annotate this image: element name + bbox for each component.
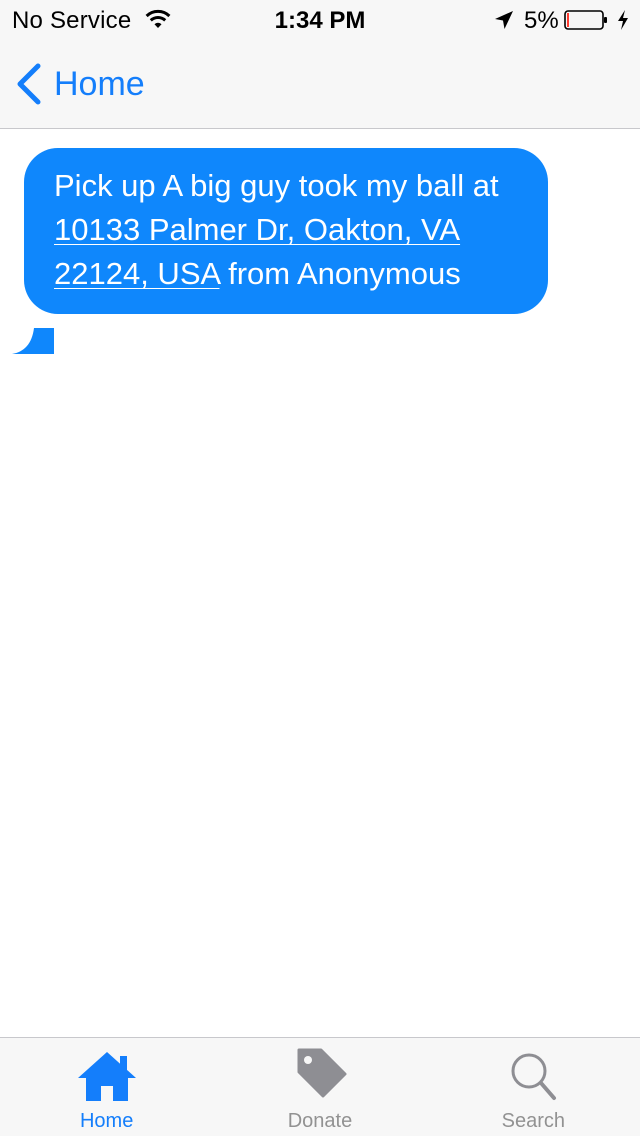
location-arrow-icon (495, 11, 513, 29)
tab-bar: Home Donate Search (0, 1037, 640, 1136)
battery-icon (564, 10, 607, 30)
status-bar: No Service 1:34 PM 5% (0, 0, 640, 40)
tab-search[interactable]: Search (427, 1038, 640, 1136)
message-text-start: Pick up A big guy took my ball at (54, 168, 499, 203)
message-text-end: from Anonymous (219, 256, 461, 291)
navigation-bar: Home (0, 40, 640, 129)
message-bubble-container: Pick up A big guy took my ball at 10133 … (10, 148, 548, 358)
screen: No Service 1:34 PM 5% Home Pick up A big… (0, 0, 640, 1136)
tab-donate-label: Donate (287, 1110, 353, 1132)
tab-home[interactable]: Home (0, 1038, 213, 1136)
battery-percentage: 5% (524, 7, 559, 34)
home-icon (77, 1052, 136, 1101)
back-button[interactable]: Home (14, 62, 145, 106)
charging-bolt-icon (618, 10, 628, 30)
search-icon (511, 1053, 557, 1100)
tab-donate[interactable]: Donate (213, 1038, 426, 1136)
message-bubble: Pick up A big guy took my ball at 10133 … (24, 148, 548, 314)
back-button-label: Home (54, 64, 145, 103)
tab-home-label: Home (79, 1110, 134, 1132)
chevron-left-icon (17, 63, 41, 105)
tab-search-label: Search (501, 1110, 565, 1132)
tag-icon (297, 1048, 347, 1098)
